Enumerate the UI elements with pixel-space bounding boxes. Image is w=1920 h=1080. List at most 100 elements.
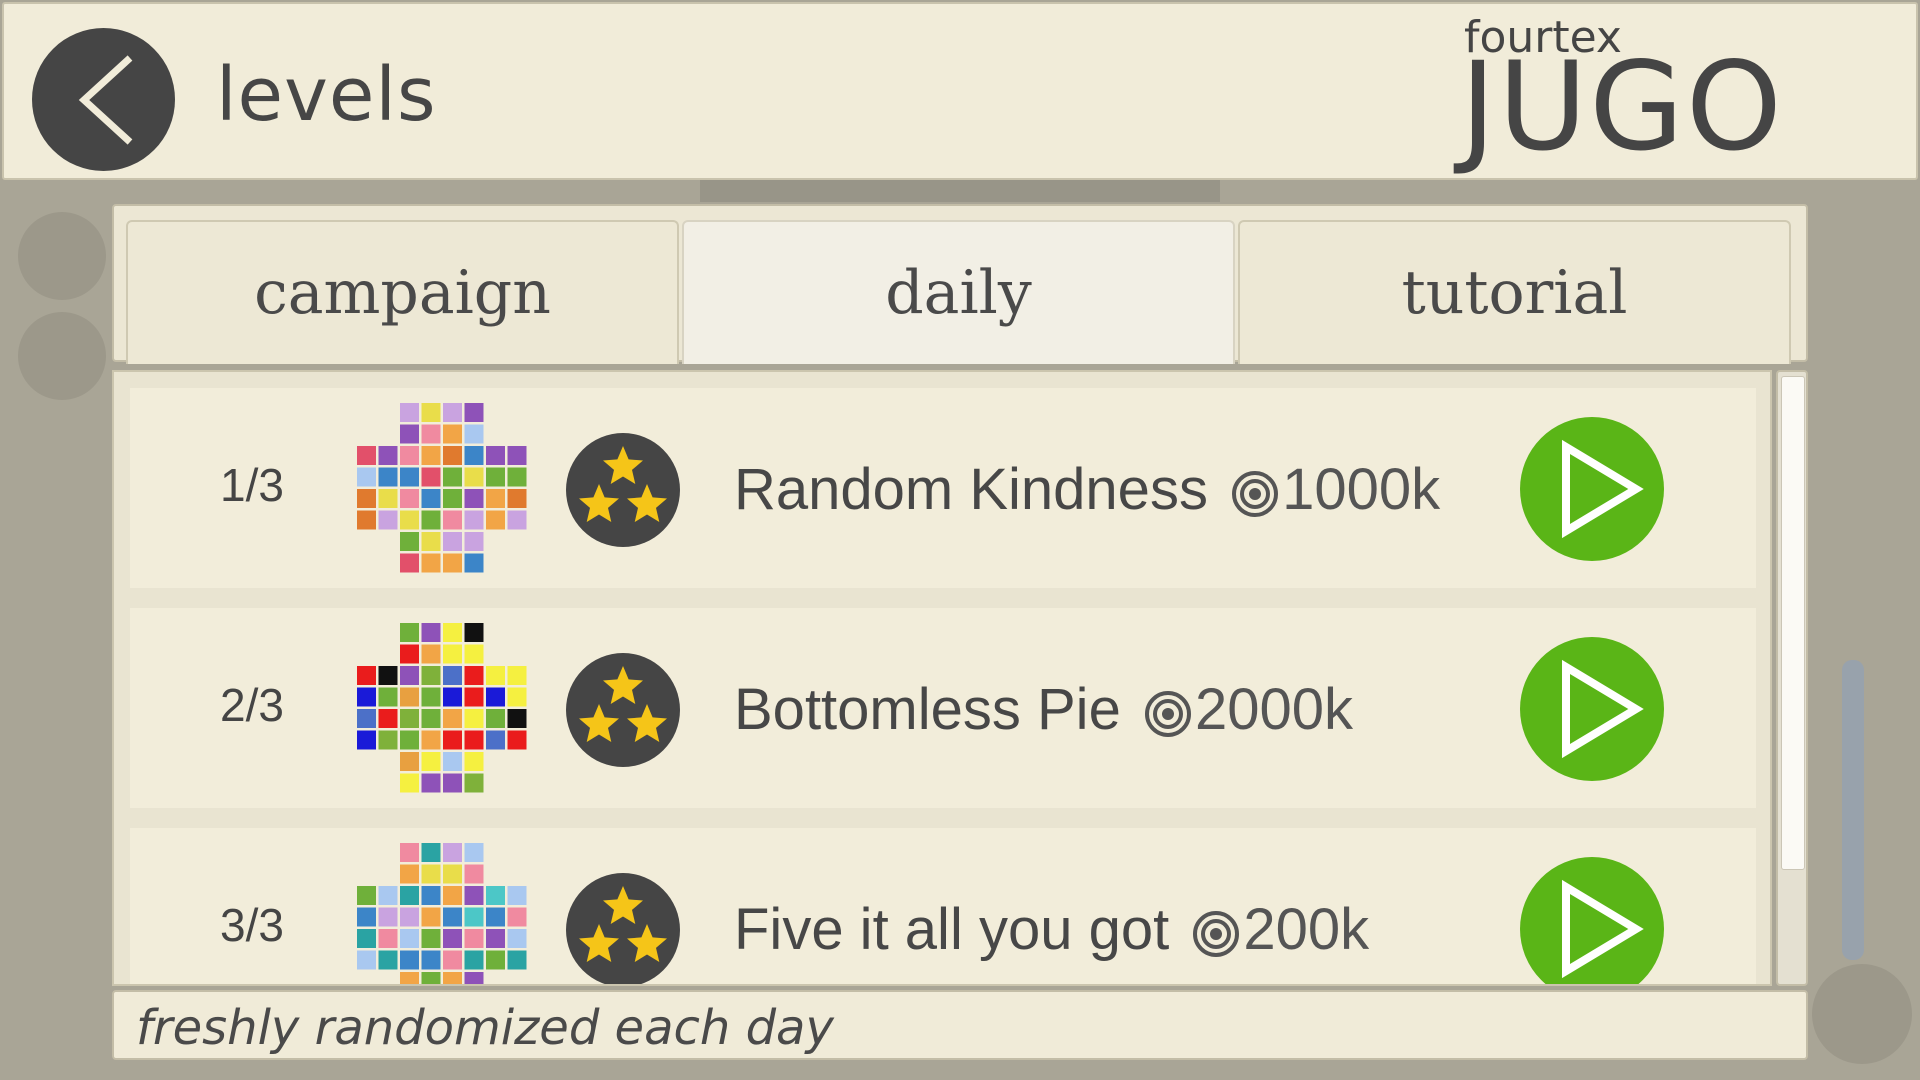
puzzle-cell (486, 467, 505, 487)
puzzle-cell (400, 446, 419, 465)
puzzle-cell (443, 886, 462, 905)
puzzle-cell (486, 950, 505, 970)
puzzle-cell (421, 972, 441, 984)
puzzle-cell (378, 446, 398, 465)
puzzle-cell (421, 623, 441, 642)
level-score: 200k (1243, 897, 1370, 962)
puzzle-cell (507, 907, 527, 927)
puzzle-cell (464, 950, 484, 970)
puzzle-cell (443, 929, 462, 948)
tab-daily[interactable]: daily (682, 220, 1235, 364)
puzzle-cell (443, 907, 462, 927)
level-title: Random Kindness 1000k (734, 456, 1440, 523)
puzzle-cell (400, 709, 419, 728)
list-scrollbar[interactable] (1776, 370, 1808, 986)
puzzle-cell (464, 886, 484, 905)
puzzle-cell (507, 489, 527, 508)
puzzle-cell (400, 666, 419, 685)
footer-caption: freshly randomized each day (136, 1000, 834, 1056)
page-title: levels (216, 52, 437, 138)
puzzle-cell (507, 709, 527, 728)
level-row[interactable]: 2/3 Bottomless Pie 2000k (130, 608, 1756, 808)
puzzle-cell (486, 730, 505, 750)
puzzle-cell (400, 403, 419, 422)
puzzle-cell (443, 623, 462, 642)
puzzle-cell (443, 489, 462, 508)
puzzle-thumbnail-icon (357, 843, 527, 984)
puzzle-cell (400, 730, 419, 750)
puzzle-cell (421, 709, 441, 728)
puzzle-cell (443, 687, 462, 707)
puzzle-cell (464, 730, 484, 750)
puzzle-cell (464, 446, 484, 465)
play-button[interactable] (1520, 857, 1664, 984)
play-button[interactable] (1520, 417, 1664, 561)
level-title: Five it all you got 200k (734, 896, 1369, 963)
puzzle-thumbnail-icon (357, 403, 527, 573)
tab-bar: campaign daily tutorial (112, 204, 1808, 364)
target-icon (1144, 690, 1191, 737)
puzzle-cell (507, 730, 527, 750)
star-icon (603, 666, 643, 704)
puzzle-cell (400, 467, 419, 487)
three-stars-icon (566, 873, 680, 984)
puzzle-cell (464, 709, 484, 728)
tab-campaign[interactable]: campaign (126, 220, 679, 364)
star-icon (579, 924, 619, 962)
puzzle-cell (378, 886, 398, 905)
puzzle-cell (421, 752, 441, 771)
puzzle-cell (421, 864, 441, 884)
puzzle-cell (486, 907, 505, 927)
puzzle-cell (464, 907, 484, 927)
puzzle-cell (464, 532, 484, 551)
three-stars-icon (566, 653, 680, 767)
target-icon (1232, 470, 1279, 517)
play-button[interactable] (1520, 637, 1664, 781)
puzzle-cell (443, 950, 462, 970)
puzzle-cell (400, 553, 419, 573)
puzzle-cell (507, 687, 527, 707)
puzzle-cell (421, 644, 441, 664)
puzzle-cell (486, 687, 505, 707)
puzzle-cell (464, 510, 484, 530)
scrollbar-thumb[interactable] (1781, 376, 1805, 870)
puzzle-cell (378, 687, 398, 707)
star-icon (627, 484, 667, 522)
puzzle-cell (378, 510, 398, 530)
puzzle-cell (464, 843, 484, 862)
level-index: 2/3 (220, 679, 284, 731)
puzzle-cell (464, 489, 484, 508)
puzzle-cell (357, 467, 376, 487)
puzzle-cell (443, 972, 462, 984)
puzzle-cell (400, 644, 419, 664)
tab-tutorial[interactable]: tutorial (1238, 220, 1791, 364)
puzzle-cell (400, 687, 419, 707)
footer-bar: freshly randomized each day (112, 990, 1808, 1060)
puzzle-cell (507, 666, 527, 685)
star-icon (603, 886, 643, 924)
play-icon (1562, 439, 1644, 539)
brand-logo: JUGO (1460, 36, 1784, 178)
puzzle-cell (443, 446, 462, 465)
puzzle-cell (400, 424, 419, 444)
puzzle-cell (400, 972, 419, 984)
level-row[interactable]: 1/3 Random Kindness 1000k (130, 388, 1756, 588)
puzzle-cell (486, 709, 505, 728)
level-list[interactable]: 1/3 Random Kindness 1000k 2/3 Bottomless… (112, 370, 1772, 986)
puzzle-cell (507, 446, 527, 465)
puzzle-cell (421, 489, 441, 508)
puzzle-cell (357, 489, 376, 508)
puzzle-cell (421, 687, 441, 707)
level-row[interactable]: 3/3 Five it all you got 200k (130, 828, 1756, 984)
puzzle-cell (378, 666, 398, 685)
puzzle-cell (421, 843, 441, 862)
back-button[interactable] (32, 28, 175, 171)
puzzle-cell (400, 843, 419, 862)
puzzle-cell (357, 709, 376, 728)
puzzle-cell (421, 773, 441, 793)
target-icon (1193, 910, 1240, 957)
puzzle-cell (443, 553, 462, 573)
play-icon (1562, 879, 1644, 979)
puzzle-cell (400, 950, 419, 970)
level-name: Random Kindness (734, 457, 1208, 522)
